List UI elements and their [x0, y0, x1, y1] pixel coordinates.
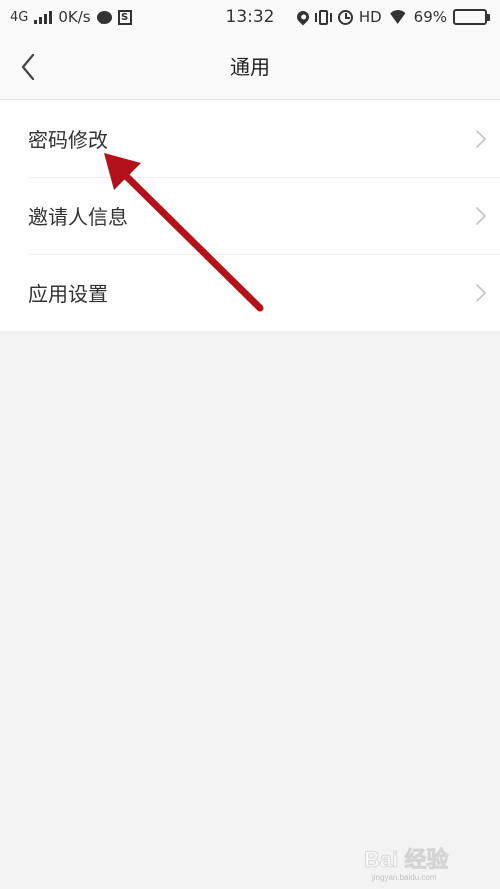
- location-icon: [294, 8, 312, 26]
- s-box-icon: S: [117, 9, 132, 25]
- menu-item-app-settings[interactable]: 应用设置: [0, 254, 500, 331]
- menu-item-label: 应用设置: [28, 282, 108, 306]
- chevron-right-icon: [476, 206, 486, 225]
- page-title: 通用: [230, 55, 270, 79]
- network-type: 4G: [10, 9, 29, 25]
- chevron-right-icon: [476, 283, 486, 302]
- nav-bar: 通用: [0, 34, 500, 100]
- status-right: HD 69%: [294, 8, 490, 26]
- menu-item-label: 邀请人信息: [28, 205, 128, 229]
- signal-icon: [34, 10, 53, 24]
- menu-item-label: 密码修改: [28, 128, 108, 152]
- hd-indicator: HD: [358, 8, 382, 26]
- menu-item-inviter-info[interactable]: 邀请人信息: [0, 177, 500, 254]
- wifi-icon: [388, 10, 408, 24]
- alarm-icon: [337, 9, 353, 25]
- watermark-subtext: jingyan.baidu.com: [371, 873, 437, 882]
- status-left: 4G 0K/s S: [10, 8, 132, 26]
- menu-item-password-change[interactable]: 密码修改: [0, 100, 500, 177]
- battery-percent: 69%: [413, 8, 447, 26]
- status-bar: 4G 0K/s S 13:32 HD 69%: [0, 0, 500, 34]
- settings-list: 密码修改 邀请人信息 应用设置: [0, 100, 500, 331]
- vibrate-icon: [314, 9, 332, 25]
- baidu-watermark: Bai 经验 jingyan.baidu.com: [364, 847, 449, 882]
- watermark-text: Bai 经验: [364, 847, 448, 872]
- battery-icon: [453, 9, 490, 25]
- chevron-right-icon: [476, 129, 486, 148]
- chat-icon: [96, 10, 112, 24]
- network-speed: 0K/s: [58, 8, 91, 26]
